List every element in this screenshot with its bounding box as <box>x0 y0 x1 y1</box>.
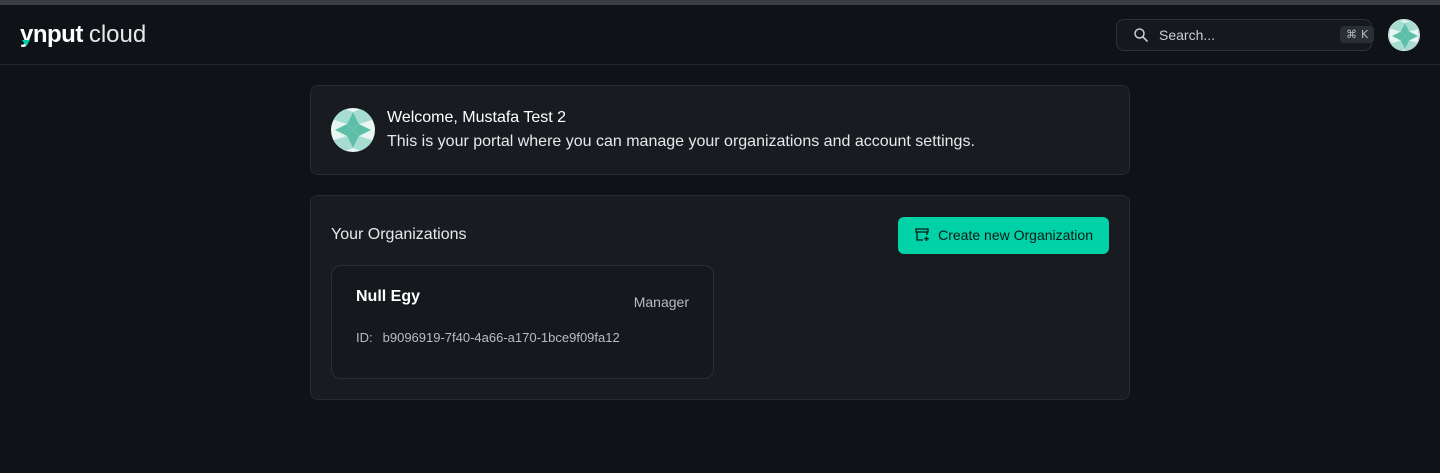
organization-card[interactable]: Null Egy Manager ID: b9096919-7f40-4a66-… <box>331 265 714 379</box>
header-actions: ⌘ K <box>1116 18 1420 51</box>
user-avatar-icon[interactable] <box>1388 18 1420 51</box>
create-organization-label: Create new Organization <box>938 227 1093 243</box>
top-header: ynput cloud ⌘ K <box>0 5 1440 65</box>
logo[interactable]: ynput cloud <box>20 20 146 50</box>
search-input[interactable] <box>1159 26 1340 43</box>
welcome-card: Welcome, Mustafa Test 2 This is your por… <box>310 85 1130 175</box>
organizations-title: Your Organizations <box>331 226 467 243</box>
search-box[interactable]: ⌘ K <box>1116 18 1375 51</box>
organizations-header: Your Organizations Create new Organizati… <box>331 216 1109 254</box>
welcome-text: Welcome, Mustafa Test 2 This is your por… <box>387 109 975 151</box>
welcome-avatar-icon <box>331 108 375 152</box>
organization-id-label: ID: <box>356 330 373 345</box>
search-shortcut: ⌘ K <box>1340 26 1375 43</box>
command-key-icon: ⌘ <box>1346 28 1357 41</box>
create-organization-button[interactable]: Create new Organization <box>898 216 1109 254</box>
search-icon <box>1133 27 1149 43</box>
organization-id-value: b9096919-7f40-4a66-a170-1bce9f09fa12 <box>382 330 620 345</box>
organization-role: Manager <box>633 294 689 310</box>
welcome-subtitle: This is your portal where you can manage… <box>387 133 975 150</box>
organizations-card: Your Organizations Create new Organizati… <box>310 195 1130 400</box>
logo-suffix: cloud <box>88 20 147 48</box>
main-content: Welcome, Mustafa Test 2 This is your por… <box>310 85 1130 400</box>
shortcut-key: K <box>1361 28 1369 41</box>
welcome-title: Welcome, Mustafa Test 2 <box>387 109 567 126</box>
building-plus-icon <box>914 226 930 245</box>
organization-id: ID: b9096919-7f40-4a66-a170-1bce9f09fa12 <box>356 330 689 345</box>
logo-accent-icon <box>22 39 30 46</box>
